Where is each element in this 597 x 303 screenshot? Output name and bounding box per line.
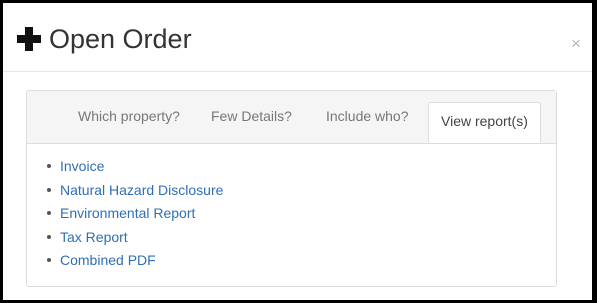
report-list: Invoice Natural Hazard Disclosure Enviro… — [45, 157, 223, 275]
natural-hazard-disclosure-link[interactable]: Natural Hazard Disclosure — [60, 182, 223, 198]
list-item: Tax Report — [45, 228, 223, 252]
environmental-report-link[interactable]: Environmental Report — [60, 205, 195, 221]
close-button[interactable]: × — [571, 35, 581, 52]
list-item: Natural Hazard Disclosure — [45, 181, 223, 205]
order-wizard-panel: Which property? Few Details? Include who… — [26, 90, 557, 287]
tab-few-details[interactable]: Few Details? — [211, 108, 292, 124]
dialog-header: Open Order × — [3, 3, 592, 72]
invoice-link[interactable]: Invoice — [60, 158, 104, 174]
tab-view-reports[interactable]: View report(s) — [428, 102, 541, 143]
dialog-title: Open Order — [49, 24, 192, 54]
tab-which-property[interactable]: Which property? — [78, 108, 180, 124]
plus-icon — [16, 26, 42, 52]
open-order-dialog: Open Order × Which property? Few Details… — [0, 0, 597, 303]
tab-include-who[interactable]: Include who? — [326, 108, 409, 124]
wizard-tab-bar: Which property? Few Details? Include who… — [27, 91, 556, 144]
bullet-icon — [47, 164, 51, 168]
combined-pdf-link[interactable]: Combined PDF — [60, 252, 156, 268]
bullet-icon — [47, 258, 51, 262]
bullet-icon — [47, 211, 51, 215]
bullet-icon — [47, 187, 51, 192]
list-item: Combined PDF — [45, 251, 223, 275]
bullet-icon — [47, 234, 51, 239]
list-item: Environmental Report — [45, 204, 223, 228]
list-item: Invoice — [45, 157, 223, 181]
tax-report-link[interactable]: Tax Report — [60, 229, 128, 245]
